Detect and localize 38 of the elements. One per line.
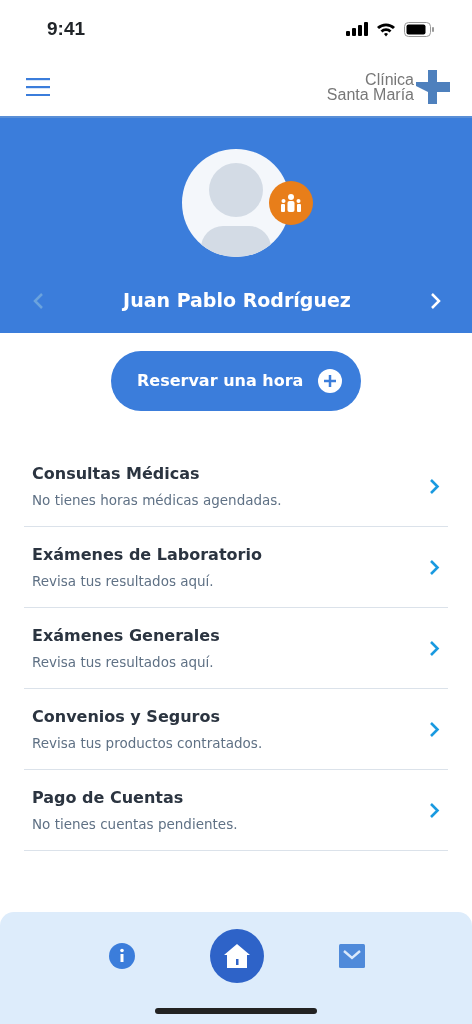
menu-item[interactable]: Convenios y Seguros Revisa tus productos contratados. (24, 689, 448, 770)
chevron-right-icon (429, 720, 440, 738)
menu-item[interactable]: Pago de Cuentas No tienes cuentas pendientes. (24, 770, 448, 851)
logo-text: Santa María (326, 87, 414, 102)
signal-icon (346, 22, 368, 36)
mail-tab[interactable] (338, 944, 365, 968)
logo-text: Clínica (364, 72, 414, 87)
chevron-right-icon (429, 477, 440, 495)
menu-button[interactable] (26, 78, 50, 96)
info-tab[interactable] (109, 943, 136, 969)
item-subtitle: Revisa tus resultados aquí. (32, 652, 215, 672)
item-subtitle: No tienes cuentas pendientes. (32, 814, 238, 834)
family-badge-icon[interactable] (269, 181, 313, 225)
menu-item[interactable]: Exámenes de Laboratorio Revisa tus resultados aquí. (24, 527, 448, 608)
item-title: Exámenes de Laboratorio (32, 543, 262, 566)
item-title: Convenios y Seguros (32, 705, 221, 728)
profile-name: Juan Pablo Rodríguez (123, 288, 351, 313)
home-icon (224, 944, 250, 968)
chevron-right-icon (429, 801, 440, 819)
item-subtitle: Revisa tus productos contratados. (32, 733, 263, 753)
item-title: Exámenes Generales (32, 624, 220, 647)
item-title: Pago de Cuentas (32, 786, 185, 809)
book-appointment-button[interactable]: Reservar una hora (111, 351, 361, 411)
status-time: 9:41 (47, 16, 86, 41)
home-tab[interactable] (210, 929, 264, 983)
menu-item[interactable]: Consultas Médicas No tienes horas médicas agendadas. (24, 446, 448, 527)
chevron-right-icon (429, 639, 440, 657)
item-subtitle: Revisa tus resultados aquí. (32, 571, 215, 591)
menu-item[interactable]: Exámenes Generales Revisa tus resultados aquí. (24, 608, 448, 689)
plus-icon (317, 368, 343, 394)
chevron-right-icon (429, 558, 440, 576)
item-subtitle: No tienes horas médicas agendadas. (32, 490, 282, 510)
mail-icon (338, 944, 365, 968)
logo-cross-icon (416, 70, 450, 104)
wifi-icon (376, 21, 396, 37)
item-title: Consultas Médicas (32, 462, 201, 485)
info-icon (109, 943, 136, 969)
battery-icon (404, 21, 434, 37)
